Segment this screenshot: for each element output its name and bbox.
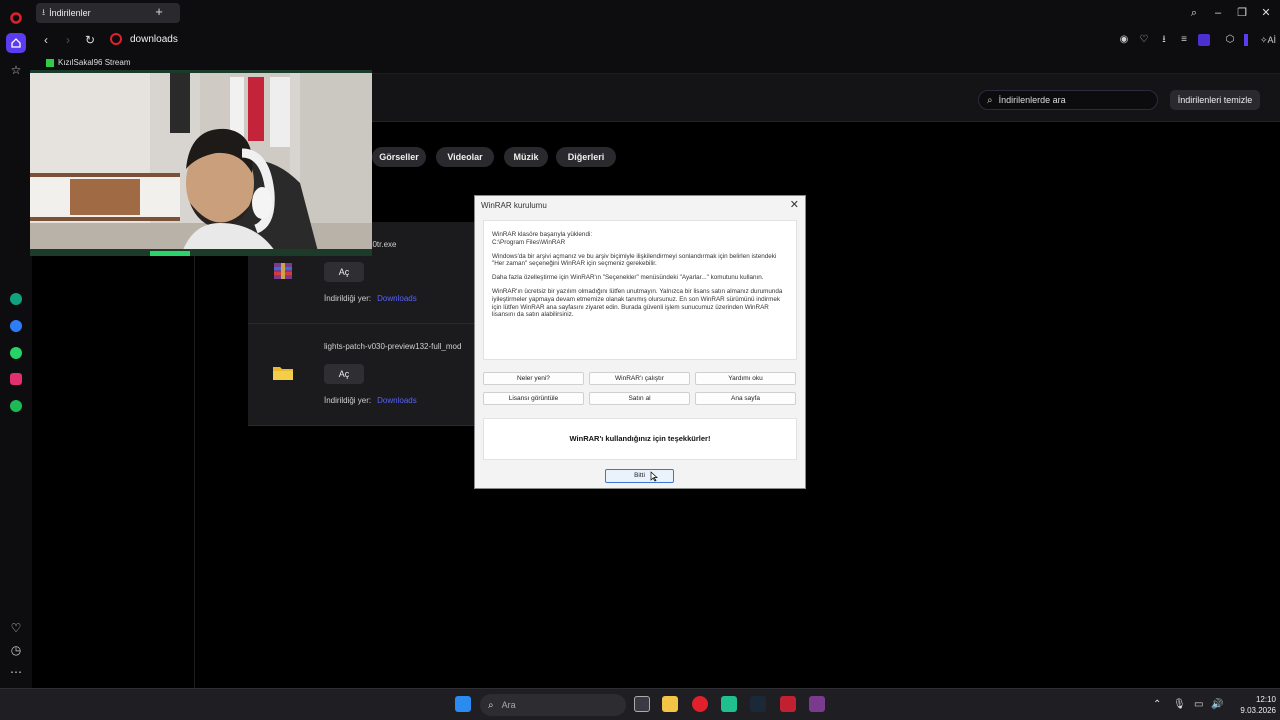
- divider-accent: [1244, 34, 1248, 46]
- filter-others[interactable]: Diğerleri: [556, 147, 616, 167]
- chatgpt-icon[interactable]: [6, 289, 26, 309]
- ai-icon[interactable]: ✧Aİ: [1256, 34, 1280, 46]
- opera-icon[interactable]: [692, 696, 708, 712]
- view-license-button[interactable]: Lisansı görüntüle: [483, 392, 584, 405]
- open-button[interactable]: Aç: [324, 262, 364, 282]
- whats-new-button[interactable]: Neler yeni?: [483, 372, 584, 385]
- filter-images[interactable]: Görseller: [372, 147, 426, 167]
- clock[interactable]: 12:10 9.03.2026: [1232, 694, 1276, 716]
- install-path-text: C:\Program Files\WinRAR: [492, 238, 566, 246]
- clock-time: 12:10: [1255, 695, 1276, 704]
- mouse-cursor-icon: [650, 471, 658, 482]
- menu-icon[interactable]: ≡: [1178, 34, 1190, 46]
- site-icon: [110, 33, 122, 45]
- settings-text: Daha fazla özelleştirme için WinRAR'ın "…: [492, 274, 764, 282]
- search-input[interactable]: ⌕ İndirilenlerde ara: [978, 90, 1158, 110]
- opera-logo-icon[interactable]: [6, 8, 26, 28]
- extensions-icon[interactable]: ⬡: [1224, 34, 1236, 46]
- back-button[interactable]: ‹: [38, 32, 54, 48]
- winrar-file-icon: [274, 263, 292, 279]
- star-icon[interactable]: ☆: [6, 60, 26, 80]
- history-icon[interactable]: ◷: [6, 640, 26, 660]
- camera-icon[interactable]: ◉: [1118, 34, 1130, 46]
- install-success-text: WinRAR klasöre başarıyla yüklendi:: [492, 231, 593, 238]
- download-icon: ⭳: [42, 7, 46, 17]
- bookmark-item[interactable]: KızılSakal96 Stream: [46, 58, 130, 67]
- volume-icon[interactable]: 🔊: [1211, 699, 1223, 710]
- download-item: lights-patch-v030-preview132-full_mod Aç…: [248, 324, 508, 426]
- app-icon[interactable]: [721, 696, 737, 712]
- microphone-icon[interactable]: 🎙: [1173, 699, 1186, 710]
- association-text: Windows'da bir arşivi açmanız ve bu arşi…: [492, 252, 777, 268]
- search-tabs-icon[interactable]: ⌕: [1186, 5, 1202, 21]
- network-icon[interactable]: ▭: [1194, 699, 1203, 710]
- home-icon[interactable]: [6, 33, 26, 53]
- webcam-overlay: [30, 70, 372, 256]
- heart-icon[interactable]: ♡: [6, 618, 26, 638]
- thanks-text: WinRAR'ı kullandığınız için teşekkürler!: [483, 418, 797, 460]
- dialog-title: WinRAR kurulumu: [481, 201, 547, 210]
- read-help-button[interactable]: Yardımı oku: [695, 372, 796, 385]
- done-button[interactable]: Bitti: [605, 469, 674, 483]
- url-field[interactable]: downloads: [130, 34, 178, 45]
- file-explorer-icon[interactable]: [662, 696, 678, 712]
- downloads-folder-link[interactable]: Downloads: [377, 396, 417, 405]
- license-text: WinRAR'ın ücretsiz bir yazılım olmadığın…: [492, 287, 783, 319]
- taskbar-search[interactable]: ⌕ Ara: [480, 694, 626, 716]
- app-icon[interactable]: [780, 696, 796, 712]
- webcam-feed-image: [30, 73, 372, 256]
- run-winrar-button[interactable]: WinRAR'ı çalıştır: [589, 372, 690, 385]
- download-location: İndirildiği yer: Downloads: [324, 396, 417, 405]
- restore-button[interactable]: ❐: [1234, 5, 1250, 21]
- bookmark-favicon-icon: [46, 58, 54, 67]
- steam-icon[interactable]: [750, 696, 766, 712]
- address-bar: ‹ › ↻ downloads ◉ ♡ ⭳ ≡ ⬡ ✧Aİ: [32, 26, 1280, 54]
- filter-music[interactable]: Müzik: [504, 147, 548, 167]
- messenger-icon[interactable]: [6, 316, 26, 336]
- close-window-button[interactable]: ✕: [1258, 5, 1274, 21]
- dialog-message: WinRAR klasöre başarıyla yüklendi: C:\Pro…: [483, 220, 797, 360]
- home-page-button[interactable]: Ana sayfa: [695, 392, 796, 405]
- clear-downloads-button[interactable]: İndirilenleri temizle: [1170, 90, 1260, 110]
- task-view-icon[interactable]: [634, 696, 650, 712]
- tray-chevron-icon[interactable]: ⌃: [1153, 699, 1161, 710]
- heart-outline-icon[interactable]: ♡: [1138, 34, 1150, 46]
- browser-sidebar: ☆ ♡ ◷ ⋯: [0, 0, 32, 688]
- forward-button[interactable]: ›: [60, 32, 76, 48]
- taskbar: ⌕ Ara ⌃ 🎙 ▭ 🔊 12:10 9.03.2026: [0, 688, 1280, 720]
- winrar-icon[interactable]: [809, 696, 825, 712]
- spotify-icon[interactable]: [6, 396, 26, 416]
- reload-button[interactable]: ↻: [82, 32, 98, 48]
- tab-strip: ⭳ İndirilenler + ⌕ – ❐ ✕: [32, 0, 1280, 26]
- close-icon[interactable]: ✕: [790, 198, 799, 211]
- download-location: İndirildiği yer: Downloads: [324, 294, 417, 303]
- windows-start-icon[interactable]: [455, 696, 471, 712]
- search-icon: ⌕: [987, 94, 993, 106]
- tab-title: İndirilenler: [49, 8, 91, 18]
- clock-date: 9.03.2026: [1240, 706, 1276, 715]
- instagram-icon[interactable]: [6, 369, 26, 389]
- winrar-setup-dialog: WinRAR kurulumu ✕ WinRAR klasöre başarıy…: [474, 195, 806, 489]
- open-button[interactable]: Aç: [324, 364, 364, 384]
- profile-icon[interactable]: [1198, 34, 1210, 46]
- folder-icon: [273, 367, 293, 380]
- minimize-button[interactable]: –: [1210, 5, 1226, 21]
- filter-videos[interactable]: Videolar: [436, 147, 494, 167]
- buy-button[interactable]: Satın al: [589, 392, 690, 405]
- downloads-folder-link[interactable]: Downloads: [377, 294, 417, 303]
- downloads-icon[interactable]: ⭳: [1158, 34, 1170, 46]
- new-tab-button[interactable]: +: [152, 5, 166, 19]
- whatsapp-icon[interactable]: [6, 343, 26, 363]
- more-icon[interactable]: ⋯: [6, 662, 26, 682]
- search-icon: ⌕: [488, 699, 494, 711]
